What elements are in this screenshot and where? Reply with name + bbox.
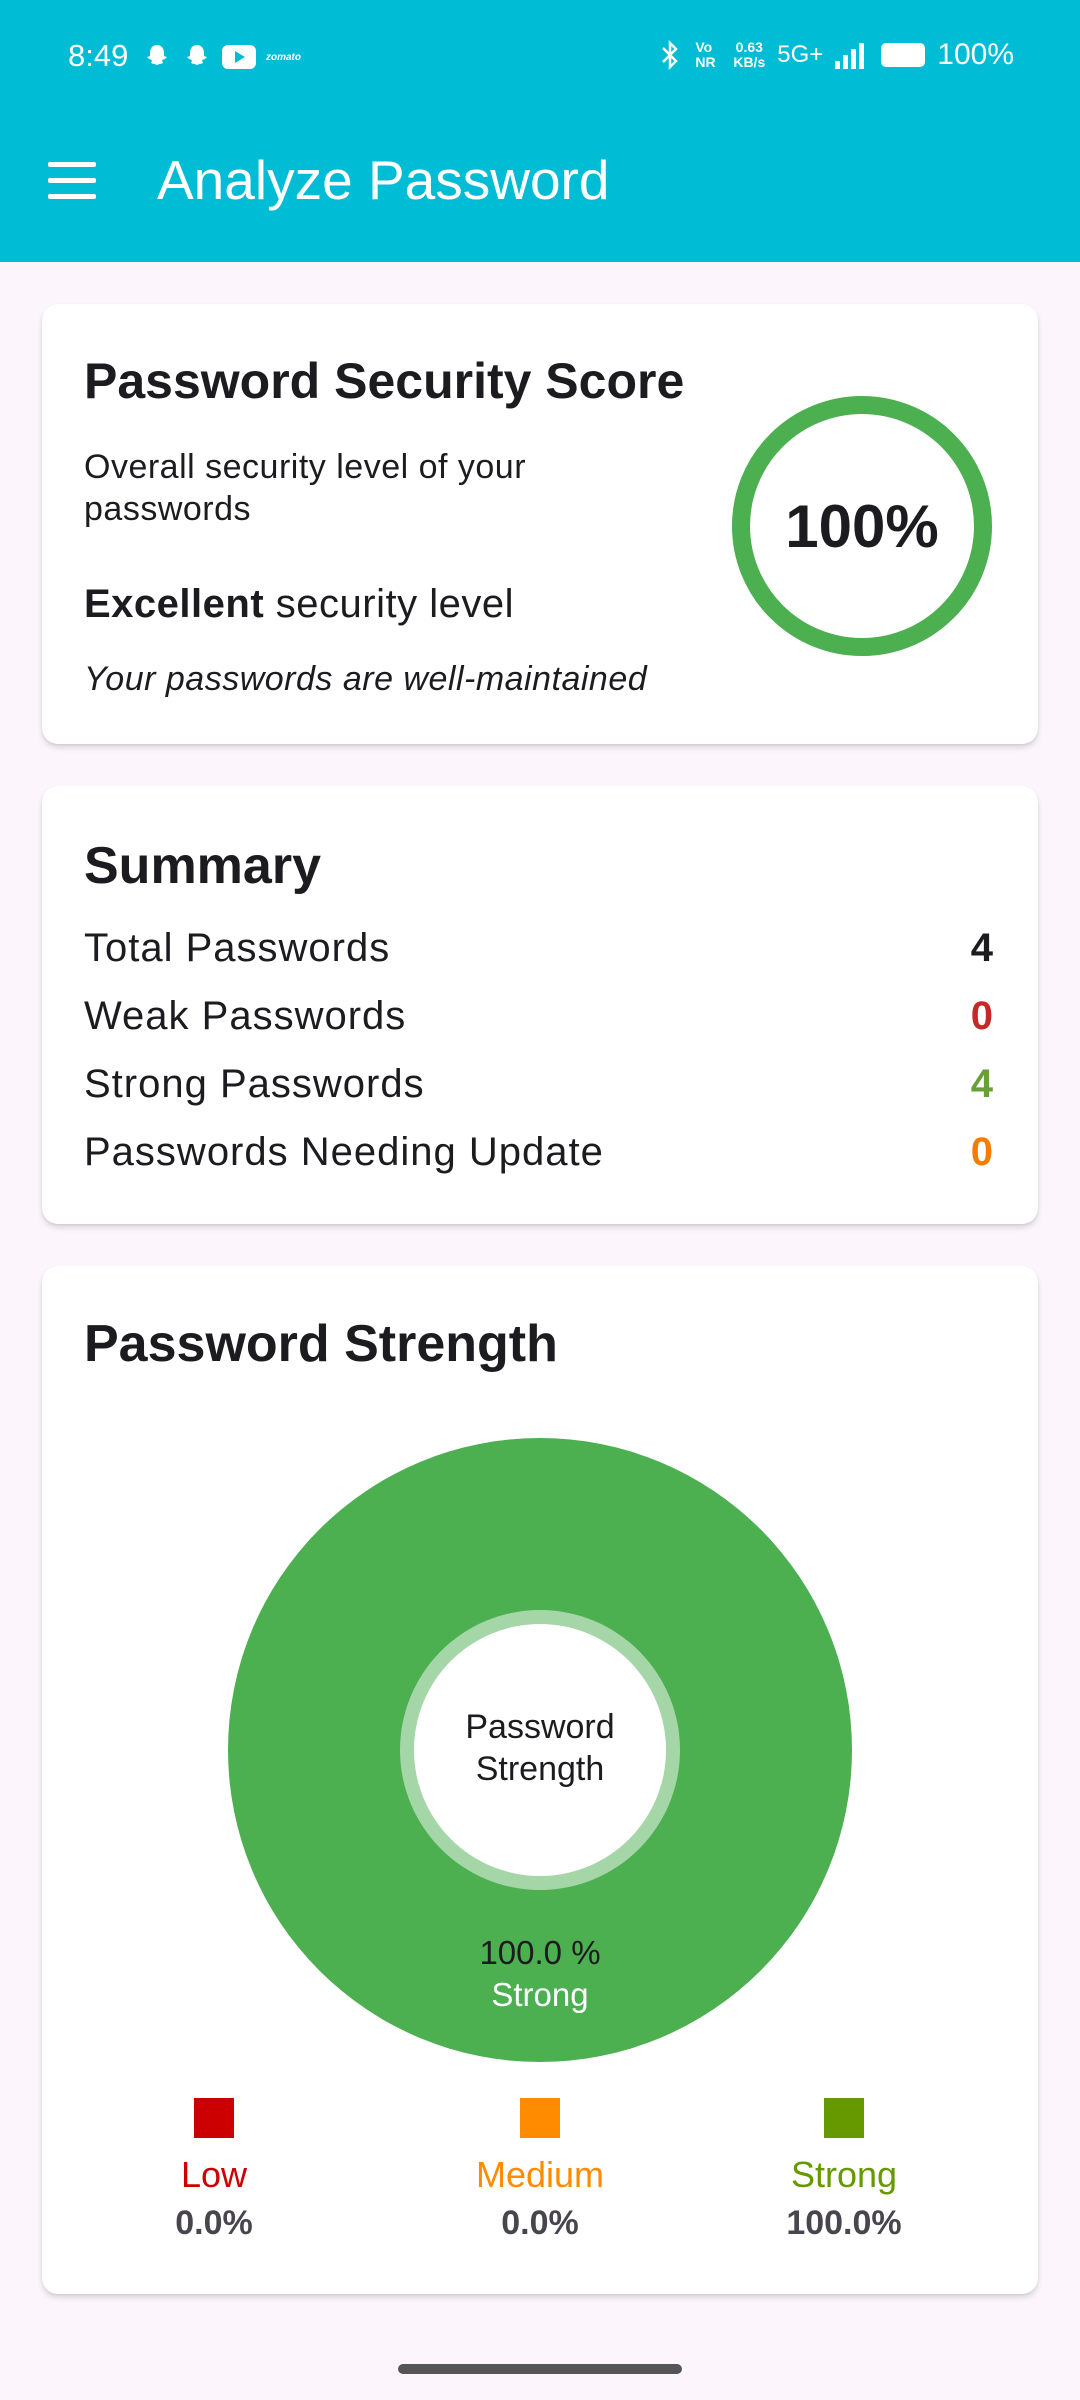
legend-percent: 0.0% [501, 2204, 579, 2242]
legend-item-strong: Strong 100.0% [744, 2098, 944, 2243]
summary-row-needs-update: Passwords Needing Update 0 [84, 1130, 994, 1190]
legend-swatch-medium [520, 2098, 560, 2138]
password-strength-card: Password Strength Password Strength 100.… [42, 1266, 1038, 2294]
hamburger-menu-icon[interactable] [40, 150, 104, 210]
summary-label: Strong Passwords [84, 1062, 425, 1106]
donut-center-label: Password Strength [398, 1706, 682, 1790]
network-type: 5G+ [777, 41, 824, 68]
net-speed-unit: KB/s [733, 54, 766, 70]
summary-label: Total Passwords [84, 926, 391, 970]
app-header: 8:49 zomato Vo NR 0.63 KB/s 5G+ 100% Ana… [0, 0, 1080, 262]
legend-label: Low [180, 2154, 248, 2195]
signal-icon [835, 43, 865, 69]
donut-center-line1: Password [465, 1708, 615, 1746]
net-speed-value: 0.63 [735, 39, 763, 55]
status-time: 8:49 [68, 38, 129, 73]
donut-center-line2: Strength [475, 1750, 605, 1788]
summary-label: Weak Passwords [84, 994, 407, 1038]
summary-value: 4 [970, 1062, 994, 1106]
legend-label: Medium [475, 2154, 605, 2195]
legend-percent: 0.0% [175, 2204, 253, 2242]
legend-item-low: Low 0.0% [114, 2098, 314, 2243]
score-card-title: Password Security Score [84, 353, 685, 409]
security-level-value: Excellent [84, 582, 265, 626]
strength-title: Password Strength [84, 1315, 558, 1373]
snapchat-icon [187, 45, 207, 65]
gesture-home-bar[interactable] [398, 2364, 682, 2374]
summary-label: Passwords Needing Update [84, 1130, 604, 1174]
summary-value: 0 [970, 994, 994, 1038]
summary-value: 0 [970, 1130, 994, 1174]
legend-swatch-low [194, 2098, 234, 2138]
legend-swatch-strong [824, 2098, 864, 2138]
summary-value: 4 [970, 926, 994, 970]
score-card-subtitle: Overall security level of your passwords [84, 448, 527, 528]
legend-label: Strong [790, 2154, 898, 2195]
youtube-icon [222, 45, 256, 69]
snapchat-icon [147, 45, 167, 65]
summary-row-strong: Strong Passwords 4 [84, 1062, 994, 1122]
page-title: Analyze Password [157, 149, 610, 211]
battery-icon [881, 43, 926, 67]
notification-icons: zomato [142, 42, 301, 72]
summary-row-total: Total Passwords 4 [84, 926, 994, 986]
legend-percent: 100.0% [786, 2204, 902, 2242]
slice-percent-label: 100.0 % [479, 1934, 601, 1971]
slice-name-label: Strong [491, 1976, 589, 2013]
zomato-icon: zomato [266, 51, 301, 63]
battery-level: 100% [937, 38, 1014, 71]
security-level: Excellent security level [84, 582, 514, 627]
bluetooth-icon [662, 39, 679, 71]
security-level-suffix: security level [264, 582, 514, 626]
volte-indicator: Vo NR [695, 39, 716, 70]
status-right: Vo NR 0.63 KB/s 5G+ 100% [657, 38, 1014, 72]
slice-label: 100.0 % Strong [390, 1932, 690, 2016]
status-bar: 8:49 zomato Vo NR 0.63 KB/s 5G+ 100% [0, 0, 1080, 114]
score-percent: 100% [785, 492, 939, 560]
security-note: Your passwords are well-maintained [84, 660, 648, 698]
summary-title: Summary [84, 837, 321, 895]
summary-row-weak: Weak Passwords 0 [84, 994, 994, 1054]
summary-card: Summary Total Passwords 4 Weak Passwords… [42, 786, 1038, 1224]
security-score-card: Password Security Score Overall security… [42, 304, 1038, 744]
net-speed: 0.63 KB/s [733, 40, 765, 70]
legend-item-medium: Medium 0.0% [440, 2098, 640, 2243]
